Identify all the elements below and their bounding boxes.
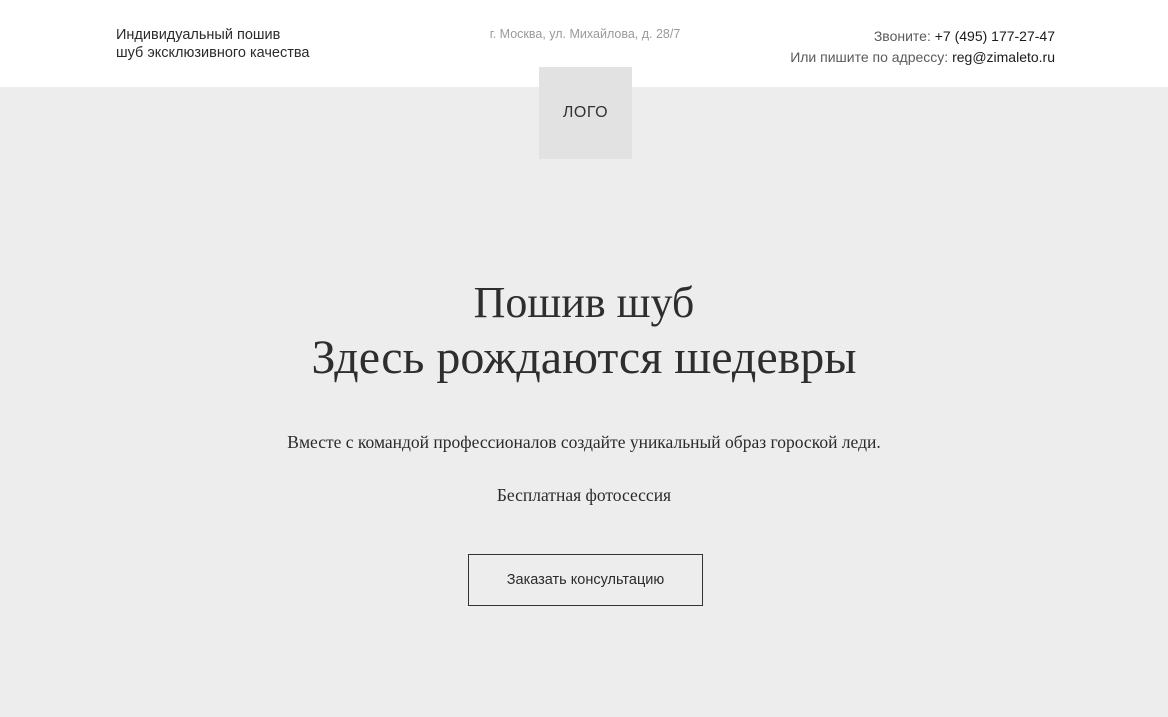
phone-row: Звоните: +7 (495) 177-27-47 (790, 26, 1055, 47)
header-contacts: Звоните: +7 (495) 177-27-47 Или пишите п… (790, 26, 1055, 68)
email-label: Или пишите по адрессу: (790, 49, 953, 65)
hero-headline: Здесь рождаются шедевры (311, 331, 857, 384)
header-tagline: Индивидуальный пошив шуб эксклюзивного к… (116, 26, 309, 62)
tagline-line-1: Индивидуальный пошив (116, 27, 281, 43)
order-consultation-button[interactable]: Заказать консультацию (468, 554, 703, 606)
tagline-line-2: шуб эксклюзивного качества (116, 45, 310, 61)
hero-offer: Бесплатная фотосессия (496, 485, 672, 505)
phone-label: Звоните: (873, 28, 935, 44)
hero-description: Вместе с командой профессионалов создайт… (287, 432, 881, 452)
phone-link[interactable]: +7 (495) 177-27-47 (935, 28, 1055, 44)
email-link[interactable]: reg@zimaleto.ru (952, 49, 1055, 65)
email-row: Или пишите по адрессу: reg@zimaleto.ru (790, 47, 1055, 68)
header-address: г. Москва, ул. Михайлова, д. 28/7 (489, 27, 681, 41)
hero-title: Пошив шуб (473, 278, 695, 327)
logo[interactable]: ЛОГО (539, 67, 632, 159)
hero-section (0, 87, 1168, 717)
